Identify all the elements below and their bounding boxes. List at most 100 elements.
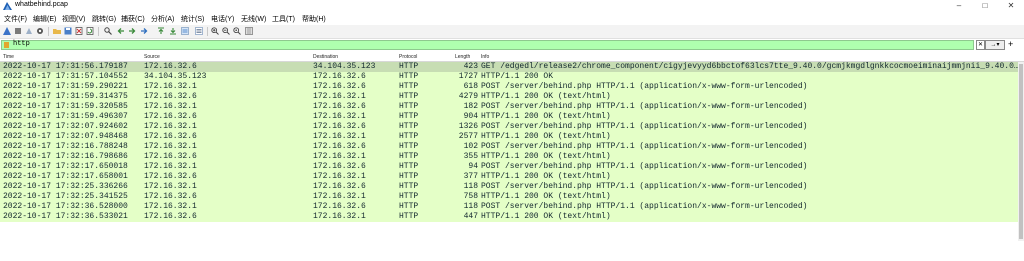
last-packet-icon[interactable]	[169, 27, 177, 35]
column-header-length[interactable]: Length	[455, 54, 470, 60]
cell-time: 2022-10-17 17:31:59.320585	[3, 102, 128, 111]
go-to-packet-icon[interactable]	[140, 27, 148, 35]
cell-info: POST /server/behind.php HTTP/1.1 (applic…	[481, 162, 808, 171]
cell-destination: 172.16.32.1	[313, 132, 366, 141]
capture-options-icon[interactable]	[36, 27, 44, 35]
zoom-in-icon[interactable]	[211, 27, 219, 35]
filter-bookmark-icon[interactable]	[4, 42, 9, 48]
back-arrow-icon[interactable]	[117, 27, 125, 35]
clear-filter-icon[interactable]: ✕	[976, 40, 985, 50]
column-header-source[interactable]: Source	[144, 54, 160, 60]
cell-source: 172.16.32.1	[144, 202, 197, 211]
packet-list-scrollbar[interactable]	[1018, 62, 1024, 241]
packet-row[interactable]: 2022-10-17 17:32:07.924602 172.16.32.1 172…	[0, 122, 1024, 132]
cell-destination: 172.16.32.1	[313, 172, 366, 181]
scrollbar-thumb[interactable]	[1019, 64, 1023, 239]
menu-file[interactable]: 文件(F)	[4, 14, 27, 24]
menu-view[interactable]: 视图(V)	[62, 14, 85, 24]
open-file-icon[interactable]	[53, 27, 61, 35]
menu-edit[interactable]: 编辑(E)	[33, 14, 56, 24]
packet-row[interactable]: 2022-10-17 17:32:17.658001 172.16.32.6 172…	[0, 172, 1024, 182]
resize-columns-icon[interactable]	[245, 27, 253, 35]
menu-statistics[interactable]: 统计(S)	[181, 14, 204, 24]
packet-row[interactable]: 2022-10-17 17:31:59.314375 172.16.32.6 172…	[0, 92, 1024, 102]
cell-length: 355	[463, 152, 478, 161]
cell-destination: 172.16.32.6	[313, 82, 366, 91]
add-filter-button-icon[interactable]: +	[1008, 39, 1013, 49]
colorize-list-icon[interactable]	[195, 27, 203, 35]
cell-info: HTTP/1.1 200 OK (text/html)	[481, 132, 611, 141]
cell-protocol: HTTP	[399, 132, 419, 141]
packet-row[interactable]: 2022-10-17 17:32:25.341525 172.16.32.6 172…	[0, 192, 1024, 202]
display-filter-text[interactable]: http	[13, 40, 30, 48]
cell-source: 172.16.32.6	[144, 172, 197, 181]
column-header-destination[interactable]: Destination	[313, 54, 338, 60]
cell-info: HTTP/1.1 200 OK (text/html)	[481, 192, 611, 201]
find-packet-icon[interactable]	[104, 27, 112, 35]
menu-go[interactable]: 跳转(G)	[92, 14, 116, 24]
menu-capture[interactable]: 捕获(C)	[121, 14, 145, 24]
cell-destination: 172.16.32.1	[313, 112, 366, 121]
packet-row[interactable]: 2022-10-17 17:32:17.650018 172.16.32.1 172…	[0, 162, 1024, 172]
forward-arrow-icon[interactable]	[128, 27, 136, 35]
cell-destination: 172.16.32.6	[313, 202, 366, 211]
packet-row[interactable]: 2022-10-17 17:31:59.290221 172.16.32.1 172…	[0, 82, 1024, 92]
save-file-icon[interactable]	[64, 27, 72, 35]
cell-source: 172.16.32.6	[144, 112, 197, 121]
autoscroll-icon[interactable]	[181, 27, 189, 35]
column-header-protocol[interactable]: Protocol	[399, 54, 417, 60]
menu-analyze[interactable]: 分析(A)	[151, 14, 174, 24]
packet-row[interactable]: 2022-10-17 17:31:57.104552 34.104.35.123 1…	[0, 72, 1024, 82]
toolbar-separator	[207, 27, 208, 36]
cell-length: 1326	[458, 122, 478, 131]
cell-info: HTTP/1.1 200 OK	[481, 72, 554, 81]
packet-row[interactable]: 2022-10-17 17:31:59.496307 172.16.32.6 172…	[0, 112, 1024, 122]
cell-time: 2022-10-17 17:32:16.788248	[3, 142, 128, 151]
column-header-info[interactable]: Info	[481, 54, 489, 60]
packet-row[interactable]: 2022-10-17 17:32:07.948468 172.16.32.6 172…	[0, 132, 1024, 142]
zoom-out-icon[interactable]	[222, 27, 230, 35]
cell-protocol: HTTP	[399, 152, 419, 161]
cell-protocol: HTTP	[399, 162, 419, 171]
cell-info: POST /server/behind.php HTTP/1.1 (applic…	[481, 142, 808, 151]
cell-destination: 172.16.32.1	[313, 192, 366, 201]
close-file-icon[interactable]	[75, 27, 83, 35]
first-packet-icon[interactable]	[157, 27, 165, 35]
cell-info: GET /edgedl/release2/chrome_component/ci…	[481, 62, 1019, 71]
packet-row[interactable]: 2022-10-17 17:32:16.788248 172.16.32.1 172…	[0, 142, 1024, 152]
cell-time: 2022-10-17 17:32:25.341525	[3, 192, 128, 201]
cell-source: 172.16.32.6	[144, 192, 197, 201]
packet-row[interactable]: 2022-10-17 17:32:16.798686 172.16.32.6 172…	[0, 152, 1024, 162]
cell-source: 172.16.32.1	[144, 82, 197, 91]
start-capture-icon[interactable]	[3, 27, 11, 35]
packet-row[interactable]: 2022-10-17 17:31:59.320585 172.16.32.1 172…	[0, 102, 1024, 112]
minimize-button[interactable]: –	[946, 0, 972, 12]
cell-source: 172.16.32.6	[144, 62, 197, 71]
menu-telephony[interactable]: 电话(Y)	[211, 14, 234, 24]
cell-protocol: HTTP	[399, 192, 419, 201]
packet-row[interactable]: 2022-10-17 17:32:36.533021 172.16.32.6 172…	[0, 212, 1024, 222]
menu-tools[interactable]: 工具(T)	[272, 14, 295, 24]
stop-capture-icon[interactable]	[14, 27, 22, 35]
column-header-time[interactable]: Time	[3, 54, 14, 60]
maximize-button[interactable]: □	[972, 0, 998, 12]
restart-capture-icon[interactable]	[25, 27, 33, 35]
display-filter-input[interactable]: http	[1, 40, 974, 50]
close-button[interactable]: ✕	[998, 0, 1024, 12]
cell-protocol: HTTP	[399, 212, 419, 221]
packet-row[interactable]: 2022-10-17 17:32:36.528000 172.16.32.1 172…	[0, 202, 1024, 212]
menu-help[interactable]: 帮助(H)	[302, 14, 326, 24]
apply-filter-button[interactable]: →▾	[985, 40, 1005, 50]
zoom-reset-icon[interactable]	[233, 27, 241, 35]
toolbar-separator	[48, 27, 49, 36]
cell-source: 172.16.32.6	[144, 152, 197, 161]
cell-protocol: HTTP	[399, 112, 419, 121]
packet-row[interactable]: 2022-10-17 17:32:25.336266 172.16.32.1 172…	[0, 182, 1024, 192]
menu-wireless[interactable]: 无线(W)	[241, 14, 266, 24]
packet-row[interactable]: 2022-10-17 17:31:56.179187 172.16.32.6 34.…	[0, 62, 1024, 72]
title-bar: whatbehind.pcap – □ ✕	[0, 0, 1024, 12]
toolbar-separator	[98, 27, 99, 36]
cell-protocol: HTTP	[399, 72, 419, 81]
cell-time: 2022-10-17 17:32:07.924602	[3, 122, 128, 131]
reload-file-icon[interactable]	[86, 27, 94, 35]
